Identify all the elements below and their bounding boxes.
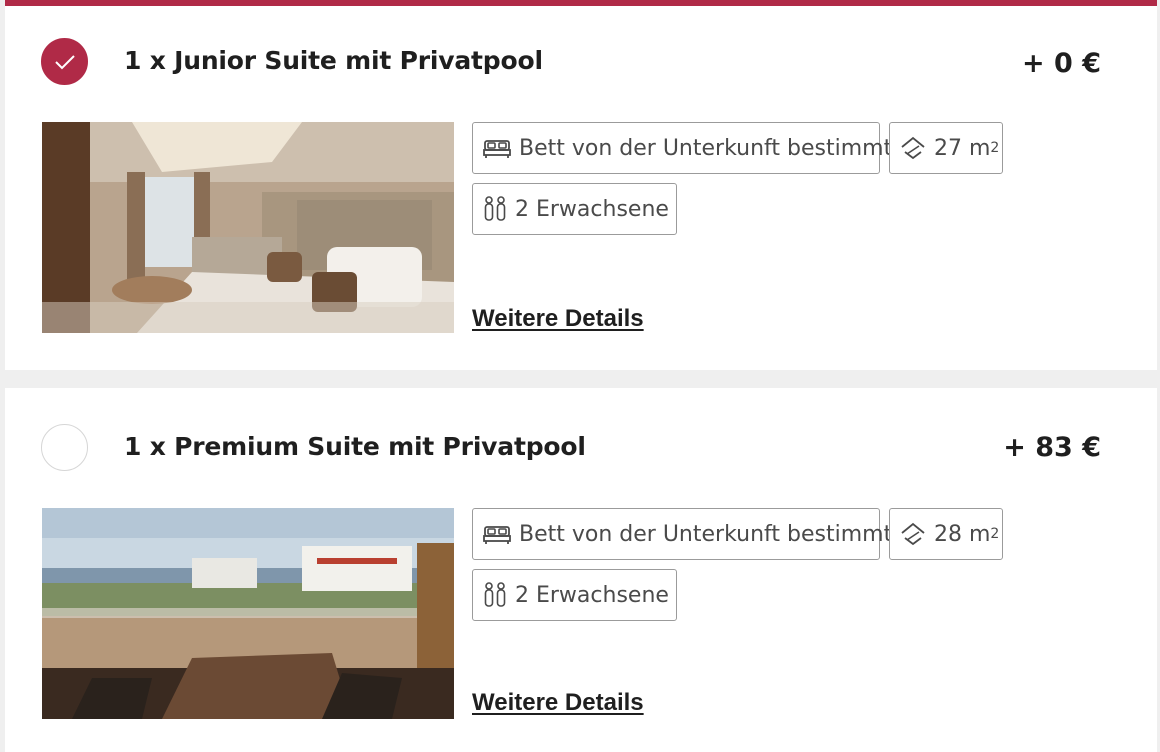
guests-icon — [483, 196, 507, 222]
guests-label: 2 Erwachsene — [515, 582, 669, 608]
bed-info-chip: Bett von der Unterkunft bestimmt — [472, 122, 892, 174]
bed-icon — [483, 523, 511, 545]
room-price: + 0 € — [1022, 48, 1101, 79]
room-size-chip: 27 m2 — [889, 122, 1003, 174]
room-size-value: 27 m — [934, 135, 991, 161]
checkmark-icon — [54, 54, 75, 69]
guests-chip: 2 Erwachsene — [472, 569, 677, 621]
bed-info-label: Bett von der Unterkunft bestimmt — [519, 521, 893, 547]
guests-chip: 2 Erwachsene — [472, 183, 677, 235]
guests-label: 2 Erwachsene — [515, 196, 669, 222]
bed-icon — [483, 137, 511, 159]
more-details-link[interactable]: Weitere Details — [472, 305, 644, 333]
room-select-radio[interactable] — [41, 38, 88, 85]
room-title: 1 x Premium Suite mit Privatpool — [124, 432, 586, 461]
room-select-radio[interactable] — [41, 424, 88, 471]
room-option-junior-suite[interactable]: 1 x Junior Suite mit Privatpool + 0 € Be… — [5, 0, 1157, 370]
room-size-value: 28 m — [934, 521, 991, 547]
bed-info-label: Bett von der Unterkunft bestimmt — [519, 135, 893, 161]
more-details-link[interactable]: Weitere Details — [472, 689, 644, 717]
terrace-sea-view-photo — [42, 508, 454, 719]
room-photo[interactable] — [42, 508, 454, 719]
bedroom-photo — [42, 122, 454, 333]
room-size-chip: 28 m2 — [889, 508, 1003, 560]
room-option-premium-suite[interactable]: 1 x Premium Suite mit Privatpool + 83 € — [5, 388, 1157, 752]
room-size-icon — [900, 521, 926, 547]
room-photo[interactable] — [42, 122, 454, 333]
bed-info-chip: Bett von der Unterkunft bestimmt — [472, 508, 892, 560]
room-price: + 83 € — [1003, 432, 1101, 463]
guests-icon — [483, 582, 507, 608]
room-size-icon — [900, 135, 926, 161]
room-title: 1 x Junior Suite mit Privatpool — [124, 46, 543, 75]
